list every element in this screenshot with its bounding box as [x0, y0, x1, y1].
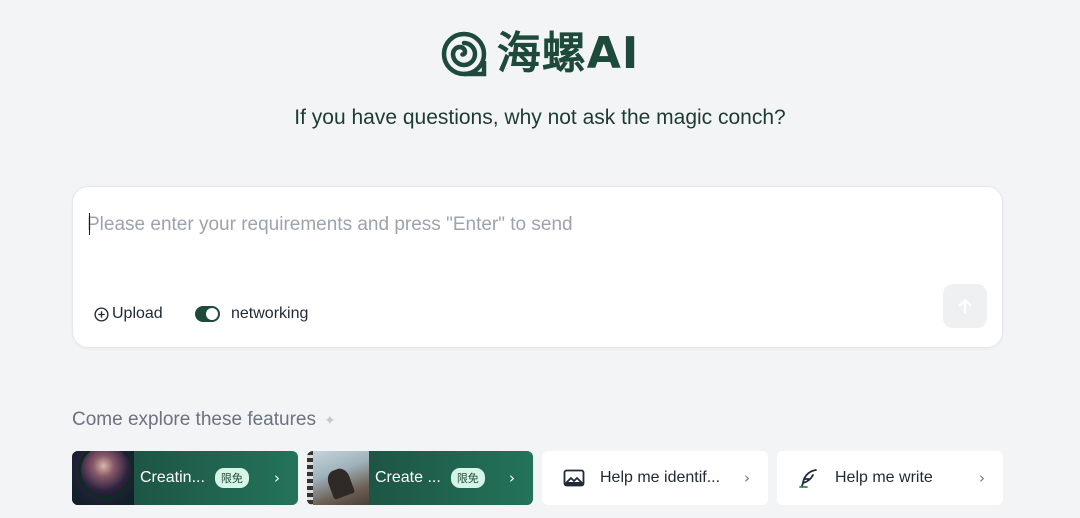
free-badge: 限免 [214, 468, 249, 488]
feature-label: Help me write [835, 469, 933, 486]
plus-circle-icon [94, 306, 109, 322]
networking-label: networking [231, 305, 309, 322]
feature-label: Creatin... [140, 469, 205, 486]
arrow-up-icon [958, 298, 972, 314]
tagline: If you have questions, why not ask the m… [294, 106, 786, 129]
feature-card-write[interactable]: Help me write › [777, 451, 1003, 505]
feature-label: Help me identif... [600, 469, 721, 486]
chevron-right-icon: › [744, 469, 750, 487]
text-caret [89, 213, 90, 235]
feature-list: Creatin... 限免 › Create ... 限免 › Help me … [72, 451, 1072, 507]
chevron-right-icon: › [979, 469, 985, 487]
feature-card-creating[interactable]: Creatin... 限免 › [72, 451, 298, 505]
upload-label: Upload [112, 305, 163, 322]
image-icon [563, 469, 585, 487]
film-scene-thumbnail [307, 451, 369, 505]
networking-toggle-group: networking [195, 305, 308, 323]
send-button[interactable] [943, 284, 987, 328]
networking-toggle[interactable] [195, 306, 220, 322]
feather-pen-icon [799, 469, 817, 488]
conch-logo-icon [441, 31, 487, 77]
prompt-composer: Upload networking [72, 186, 1003, 348]
chevron-right-icon: › [274, 469, 280, 487]
prompt-input[interactable] [87, 205, 967, 245]
brand-logo: 海螺AI [0, 28, 1080, 80]
feature-card-create[interactable]: Create ... 限免 › [307, 451, 533, 505]
feature-label: Create ... [375, 469, 441, 486]
brand-name: 海螺AI [496, 28, 640, 79]
sparkle-icon: ✦ [323, 411, 336, 428]
upload-button[interactable]: Upload [93, 305, 163, 323]
explore-heading-text: Come explore these features [72, 409, 316, 430]
portrait-thumbnail [72, 451, 134, 505]
chevron-right-icon: › [509, 469, 515, 487]
feature-card-identify[interactable]: Help me identif... › [542, 451, 768, 505]
free-badge: 限免 [450, 468, 485, 488]
explore-heading: Come explore these features ✦ [72, 409, 336, 431]
